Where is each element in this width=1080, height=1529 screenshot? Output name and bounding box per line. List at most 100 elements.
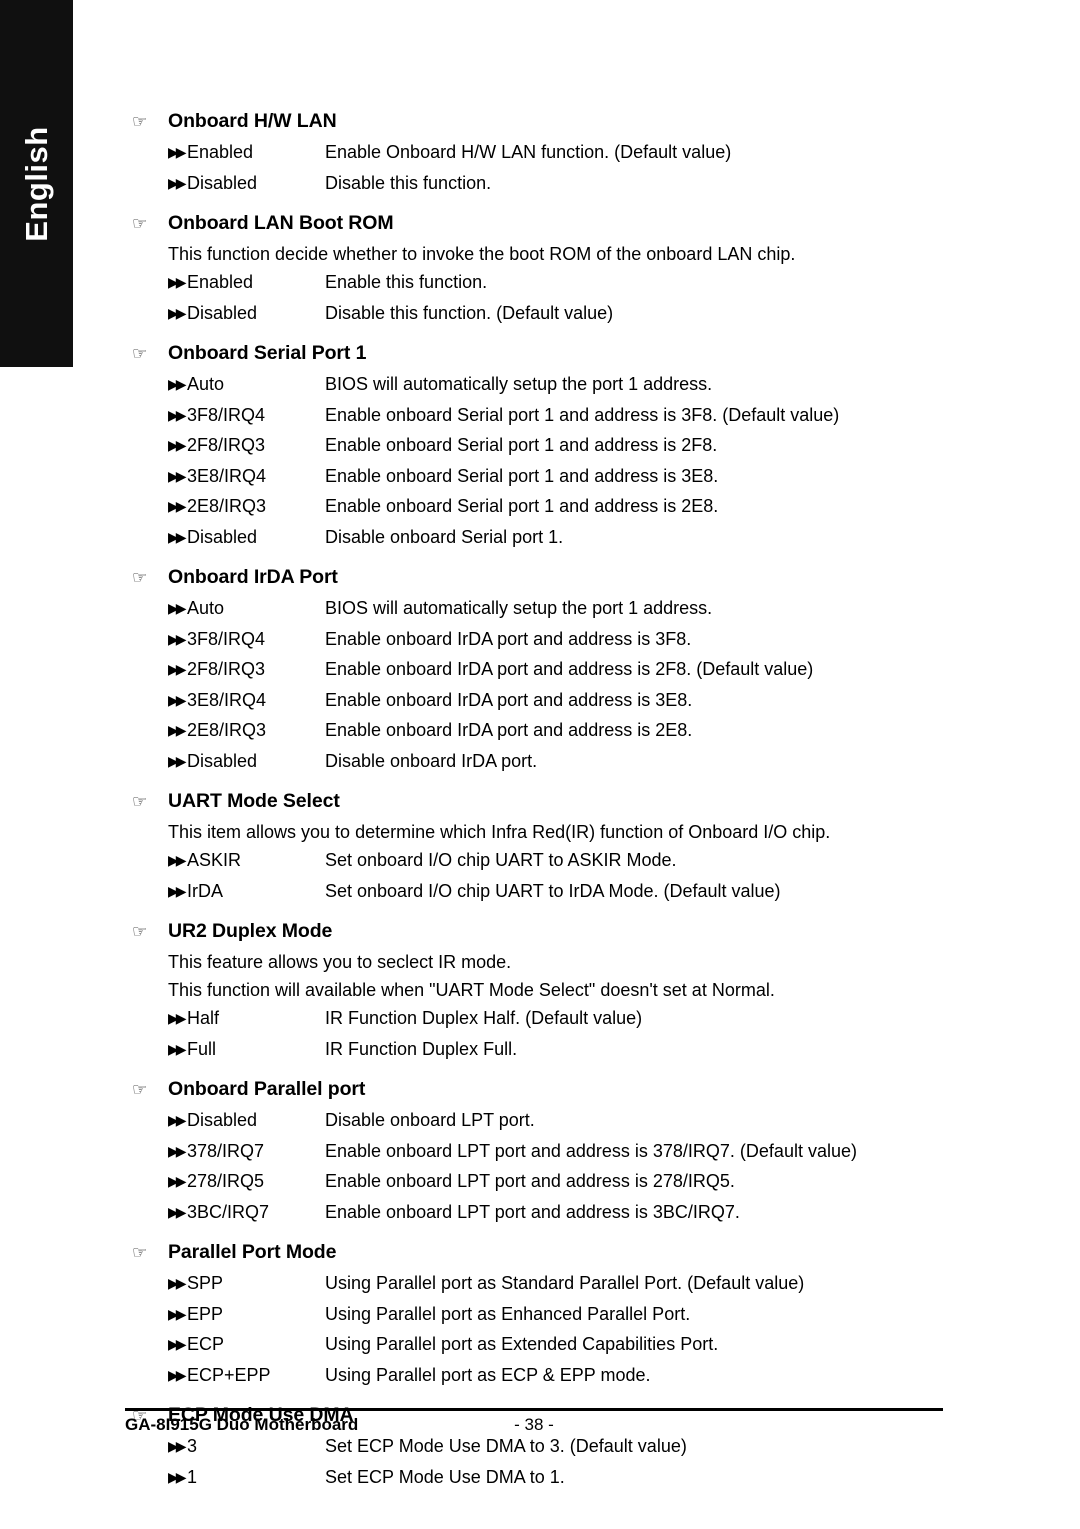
bios-option-section: ☞ Parallel Port Mode ▶▶ SPP Using Parallel p… [132, 1239, 952, 1396]
double-triangle-icon: ▶▶ [168, 175, 187, 192]
bios-option-row: ▶▶ Disabled Disable onboard LPT port. [168, 1106, 952, 1137]
section-header: ☞ Onboard Parallel port [132, 1076, 952, 1103]
pointing-hand-icon: ☞ [132, 922, 148, 942]
double-triangle-icon: ▶▶ [168, 1204, 187, 1221]
bios-option-description: Disable this function. [325, 172, 492, 193]
section-title: Parallel Port Mode [168, 1241, 337, 1263]
bios-option-description: Using Parallel port as Standard Parallel… [325, 1273, 805, 1293]
bios-option-row: ▶▶ 2F8/IRQ3 Enable onboard Serial port 1 a… [168, 431, 952, 462]
page-footer: GA-8I915G Duo Motherboard - 38 - [125, 1408, 943, 1441]
section-header: ☞ UR2 Duplex Mode [132, 918, 952, 945]
bios-option-description: Enable onboard LPT port and address is 3… [325, 1140, 857, 1161]
bios-option-description: Using Parallel port as ECP & EPP mode. [325, 1364, 651, 1385]
section-note: This item allows you to determine which … [168, 822, 831, 842]
bios-option-label: ASKIR [187, 850, 242, 870]
bios-option-label: Half [187, 1008, 220, 1028]
language-tab: English [0, 0, 73, 367]
double-triangle-icon: ▶▶ [168, 753, 187, 770]
bios-option-label: IrDA [187, 880, 223, 901]
bios-option-row: ▶▶ IrDA Set onboard I/O chip UART to IrDA … [168, 877, 952, 908]
page-content: ☞ Onboard H/W LAN ▶▶ Enabled Enable Onboard … [132, 108, 952, 1504]
section-header: ☞ Onboard LAN Boot ROM [132, 210, 952, 237]
bios-option-row: ▶▶ Full IR Function Duplex Full. [168, 1035, 952, 1066]
pointing-hand-icon: ☞ [132, 568, 148, 588]
bios-option-description: Disable onboard IrDA port. [325, 750, 538, 771]
double-triangle-icon: ▶▶ [168, 529, 187, 546]
bios-option-description: Disable onboard Serial port 1. [325, 526, 564, 547]
pointing-hand-icon: ☞ [132, 112, 148, 132]
bios-option-row: ▶▶ 378/IRQ7 Enable onboard LPT port and ad… [168, 1137, 952, 1168]
double-triangle-icon: ▶▶ [168, 468, 187, 485]
double-triangle-icon: ▶▶ [168, 1367, 187, 1384]
bios-option-description: BIOS will automatically setup the port 1… [325, 374, 713, 394]
double-triangle-icon: ▶▶ [168, 377, 187, 393]
bios-option-row: ▶▶ 3E8/IRQ4 Enable onboard IrDA port and a… [168, 686, 952, 717]
bios-option-row: ▶▶ Enabled Enable this function. [168, 268, 952, 299]
bios-option-row: ▶▶ Auto BIOS will automatically setup the … [168, 594, 952, 625]
double-triangle-icon: ▶▶ [168, 407, 187, 424]
bios-option-label: 1 [187, 1466, 198, 1487]
bios-option-section: ☞ Onboard Serial Port 1 ▶▶ Auto BIOS will au… [132, 340, 952, 558]
bios-option-label: 2F8/IRQ3 [187, 435, 266, 455]
footer-divider [125, 1408, 943, 1411]
bios-option-label: 378/IRQ7 [187, 1140, 265, 1161]
bios-option-row: ▶▶ Disabled Disable this function. [168, 169, 952, 200]
bios-option-row: ▶▶ Auto BIOS will automatically setup the … [168, 370, 952, 401]
bios-option-row: ▶▶ Disabled Disable onboard IrDA port. [168, 747, 952, 778]
bios-option-description: Enable onboard IrDA port and address is … [325, 659, 814, 679]
bios-option-label: Full [187, 1038, 217, 1059]
double-triangle-icon: ▶▶ [168, 692, 187, 709]
double-triangle-icon: ▶▶ [168, 631, 187, 648]
bios-option-description: Disable onboard LPT port. [325, 1110, 535, 1130]
bios-option-section: ☞ Onboard LAN Boot ROM This function decid… [132, 210, 952, 334]
bios-option-description: Enable onboard Serial port 1 and address… [325, 465, 719, 486]
bios-option-description: Enable onboard Serial port 1 and address… [325, 404, 840, 425]
bios-option-description: Enable onboard LPT port and address is 2… [325, 1171, 735, 1191]
bios-option-description: Set onboard I/O chip UART to IrDA Mode. … [325, 880, 781, 901]
bios-option-label: Disabled [187, 1110, 258, 1130]
bios-option-row: ▶▶ 2E8/IRQ3 Enable onboard Serial port 1 a… [168, 492, 952, 523]
bios-option-row: ▶▶ Half IR Function Duplex Half. (Default … [168, 1004, 952, 1035]
section-note: This function will available when "UART … [168, 980, 775, 1000]
section-note: This function decide whether to invoke t… [168, 244, 796, 264]
section-title: Onboard LAN Boot ROM [168, 212, 394, 234]
bios-option-label: 3F8/IRQ4 [187, 404, 266, 425]
double-triangle-icon: ▶▶ [168, 1469, 187, 1486]
double-triangle-icon: ▶▶ [168, 883, 187, 900]
double-triangle-icon: ▶▶ [168, 662, 187, 678]
double-triangle-icon: ▶▶ [168, 275, 187, 291]
double-triangle-icon: ▶▶ [168, 1113, 187, 1129]
bios-option-label: 2E8/IRQ3 [187, 720, 267, 740]
bios-option-label: 2E8/IRQ3 [187, 496, 267, 516]
bios-option-section: ☞ Onboard IrDA Port ▶▶ Auto BIOS will automa… [132, 564, 952, 782]
bios-option-row: ▶▶ 1 Set ECP Mode Use DMA to 1. [168, 1463, 952, 1494]
double-triangle-icon: ▶▶ [168, 1306, 187, 1323]
bios-option-label: 3BC/IRQ7 [187, 1201, 270, 1222]
bios-option-label: ECP+EPP [187, 1364, 271, 1385]
bios-option-label: Disabled [187, 750, 258, 771]
bios-option-description: IR Function Duplex Full. [325, 1038, 518, 1059]
bios-option-row: ▶▶ SPP Using Parallel port as Standard Par… [168, 1269, 952, 1300]
bios-option-section: ☞ UR2 Duplex Mode This feature allows you … [132, 918, 952, 1070]
pointing-hand-icon: ☞ [132, 344, 148, 364]
bios-option-row: ▶▶ 3E8/IRQ4 Enable onboard Serial port 1 a… [168, 462, 952, 493]
bios-option-label: Auto [187, 598, 225, 618]
double-triangle-icon: ▶▶ [168, 305, 187, 322]
bios-option-label: Enabled [187, 272, 254, 292]
bios-option-row: ▶▶ ECP Using Parallel port as Extended Cap… [168, 1330, 952, 1361]
double-triangle-icon: ▶▶ [168, 1276, 187, 1292]
section-header: ☞ Onboard Serial Port 1 [132, 340, 952, 367]
bios-option-section: ☞ Onboard H/W LAN ▶▶ Enabled Enable Onboard … [132, 108, 952, 204]
bios-option-description: Disable this function. (Default value) [325, 302, 614, 323]
section-title: Onboard Serial Port 1 [168, 342, 367, 364]
double-triangle-icon: ▶▶ [168, 499, 187, 515]
bios-option-description: Set ECP Mode Use DMA to 1. [325, 1466, 565, 1487]
section-title: UART Mode Select [168, 790, 340, 812]
